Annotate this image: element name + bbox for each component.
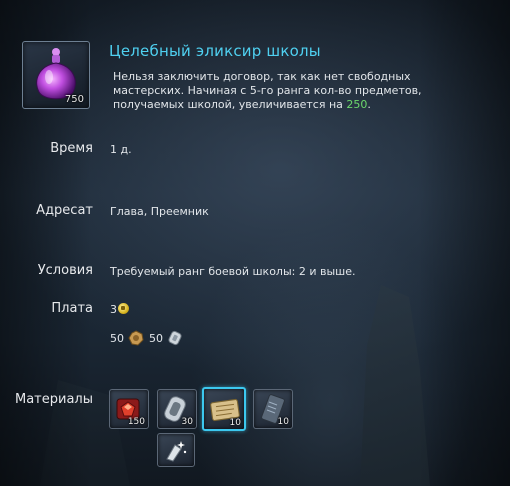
description-end: . [367, 98, 371, 111]
conditions-value: Требуемый ранг боевой школы: 2 и выше. [110, 265, 356, 278]
bronze-medal-icon [127, 330, 144, 346]
item-count: 750 [64, 94, 84, 105]
currency-1-amount: 50 [110, 332, 124, 345]
recipient-label: Адресат [36, 203, 93, 218]
material-slot-extra[interactable] [157, 433, 195, 467]
material-slot-3[interactable]: 10 [202, 387, 246, 431]
material-slot-1[interactable]: 150 [109, 389, 149, 429]
background-cliff [360, 285, 430, 486]
material-slot-4[interactable]: 10 [253, 389, 293, 429]
conditions-label: Условия [37, 263, 93, 278]
payment-currencies: 50 50 [110, 330, 183, 346]
item-title: Целебный эликсир школы [109, 42, 321, 60]
material-count-3: 10 [229, 418, 241, 428]
silver-charm-icon [167, 330, 182, 346]
sparkle-shard-icon [166, 441, 187, 462]
description-highlight: 250 [346, 98, 368, 111]
item-description: Нельзя заключить договор, так как нет св… [113, 70, 483, 112]
material-count-1: 150 [127, 417, 145, 427]
material-count-2: 30 [181, 417, 193, 427]
material-slot-2[interactable]: 30 [157, 389, 197, 429]
description-text: Нельзя заключить договор, так как нет св… [113, 70, 422, 111]
recipient-value: Глава, Преемник [110, 205, 209, 218]
time-label: Время [50, 141, 93, 156]
payment-label: Плата [51, 301, 93, 316]
materials-label: Материалы [15, 392, 93, 407]
currency-2-amount: 50 [149, 332, 163, 345]
time-value: 1 д. [110, 143, 132, 156]
item-icon-frame[interactable]: 750 [22, 41, 90, 109]
gold-amount: 3 [110, 303, 117, 316]
gold-coin-icon [118, 303, 129, 314]
material-count-4: 10 [277, 417, 289, 427]
payment-gold: 3 [110, 303, 129, 316]
